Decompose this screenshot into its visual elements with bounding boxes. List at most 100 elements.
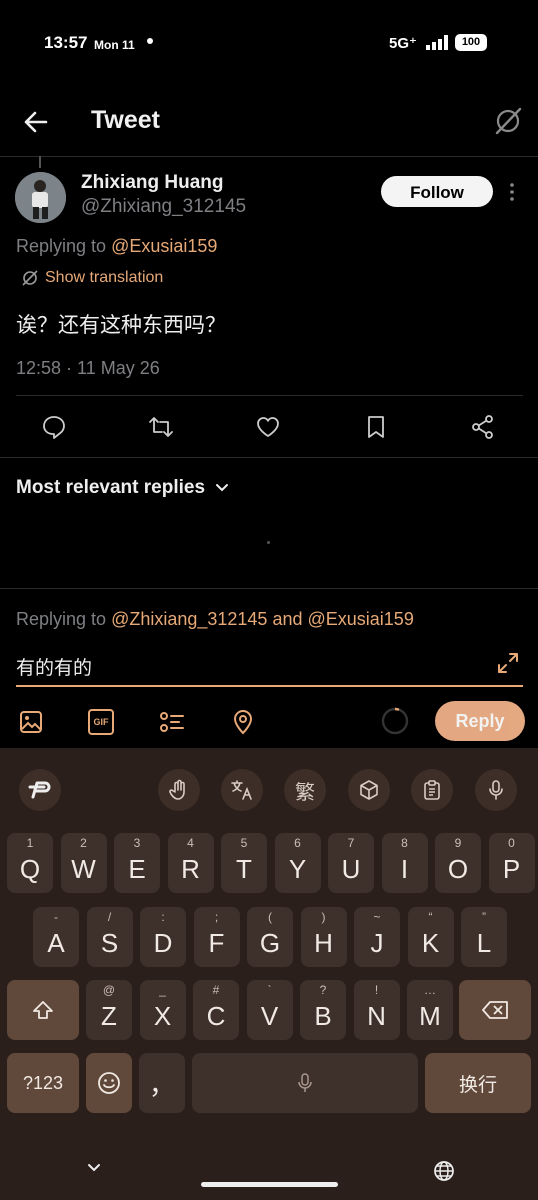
sort-replies-dropdown[interactable]: Most relevant replies [16,477,229,499]
key-t[interactable]: 5T [221,833,267,893]
key-s[interactable]: / S [86,907,133,967]
key-label: C [206,1000,226,1031]
image-icon[interactable] [18,709,44,735]
key-o[interactable]: 9O [435,833,481,893]
retweet-icon[interactable] [148,414,174,440]
key-y[interactable]: 6Y [274,833,321,893]
key-label: M [419,1000,441,1031]
page-title: Tweet [91,106,160,134]
reply-icon[interactable] [41,414,67,440]
key-i[interactable]: 8I [381,833,428,893]
notification-dot [147,38,153,44]
expand-icon[interactable] [496,651,520,675]
key-m[interactable]: … M [407,980,453,1040]
key-hint: ? [319,983,327,997]
key-e[interactable]: 3E [114,833,160,893]
symbols-key[interactable]: ?123 [7,1053,79,1113]
key-j[interactable]: ~ J [354,907,400,967]
key-label: Y [288,853,307,884]
key-label: U [341,853,361,884]
key-u[interactable]: 7U [328,833,374,893]
input-underline [16,685,523,687]
bookmark-icon[interactable] [363,414,389,440]
key-b[interactable]: ? B [300,980,346,1040]
composer-replying-prefix: Replying to [16,609,112,629]
key-hint: “ [428,910,433,924]
author-name[interactable]: Zhixiang Huang [81,172,224,194]
hide-keyboard-icon[interactable] [86,1162,102,1174]
key-q[interactable]: 1Q [7,833,53,893]
key-hint: _ [159,983,166,997]
grok-icon[interactable] [493,106,523,136]
key-label: T [236,853,252,884]
traditional-chinese-key[interactable]: 繁 [284,769,326,811]
tweet-text: 诶？还有这种东西吗？ [16,314,226,337]
emoji-icon [98,1072,120,1094]
signal-icon [426,35,448,50]
clipboard-icon[interactable] [411,769,453,811]
key-label: L [476,927,492,958]
key-hint: … [424,983,436,997]
key-hint: ; [214,910,219,924]
space-key[interactable] [192,1053,418,1113]
key-n[interactable]: ! N [353,980,400,1040]
composer-mention-2[interactable]: @Exusiai159 [308,609,414,629]
key-d[interactable]: :D [140,907,186,967]
key-a[interactable]: -A [33,907,79,967]
translate-icon[interactable] [221,769,263,811]
key-hint: ~ [373,910,381,924]
key-x[interactable]: _ X [139,980,186,1040]
shift-key[interactable] [7,980,79,1040]
reply-button[interactable]: Reply [435,701,525,741]
avatar[interactable] [15,172,66,223]
location-icon[interactable] [230,709,256,735]
emoji-key[interactable] [86,1053,132,1113]
show-translation-link[interactable]: Show translation [21,269,163,287]
globe-icon[interactable] [432,1159,456,1183]
key-label: O [447,853,469,884]
key-label: D [153,927,173,958]
key-k[interactable]: “K [407,907,454,967]
key-c[interactable]: # C [193,980,239,1040]
key-label: Z [101,1000,117,1031]
author-handle[interactable]: @Zhixiang_312145 [81,196,246,218]
header-divider [0,156,538,157]
key-f[interactable]: ; F [193,907,240,967]
gesture-icon[interactable] [158,769,200,811]
key-l[interactable]: ” L [461,907,507,967]
network-indicator: 5G⁺ [389,35,417,52]
key-label: P [502,853,521,884]
share-icon[interactable] [470,414,496,440]
backspace-key[interactable] [459,980,531,1040]
character-count-ring [381,707,409,735]
key-w[interactable]: 2W [60,833,107,893]
key-hint: 6 [294,836,301,850]
back-arrow-icon[interactable] [22,108,50,136]
reply-input[interactable]: 有的有的 [16,653,92,680]
more-options-icon[interactable] [508,181,516,203]
keyboard [0,748,538,1200]
cube-icon[interactable] [348,769,390,811]
key-h[interactable]: ) H [300,907,347,967]
key-p[interactable]: 0P [488,833,535,893]
like-icon[interactable] [255,414,281,440]
navigation-handle[interactable] [201,1182,338,1187]
key-hint: @ [102,983,116,997]
follow-button[interactable]: Follow [381,176,493,207]
key-r[interactable]: 4R [167,833,214,893]
keyboard-logo-icon[interactable] [19,769,61,811]
key-z[interactable]: @ Z [86,980,132,1040]
gif-icon[interactable]: GIF [88,709,114,735]
key-v[interactable]: ` V [246,980,293,1040]
key-g[interactable]: (G [247,907,293,967]
show-translation-label: Show translation [45,269,164,286]
key-label: J [370,927,384,958]
key-hint: ! [374,983,379,997]
poll-icon[interactable] [159,709,185,735]
replying-mention[interactable]: @Exusiai159 [111,236,217,256]
enter-key[interactable]: 换行 [425,1053,531,1113]
comma-key[interactable]: ， [139,1053,185,1113]
mic-icon[interactable] [475,769,517,811]
composer-mention-1[interactable]: @Zhixiang_312145 [111,609,267,629]
key-hint: - [54,910,58,924]
